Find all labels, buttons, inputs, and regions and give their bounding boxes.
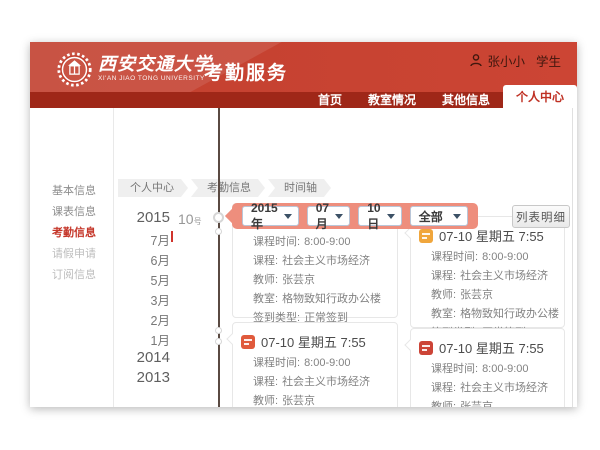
nav-classrooms[interactable]: 教室情况: [355, 92, 429, 108]
main-nav: 首页 教室情况 其他信息 个人中心: [305, 84, 577, 108]
card-date: 07-10 星期五 7:55: [261, 332, 366, 351]
timeline-axis: [218, 108, 220, 407]
sidebar-item-leave-request[interactable]: 请假申请: [30, 245, 113, 261]
month-select[interactable]: 07月: [307, 206, 351, 226]
day-select[interactable]: 10日: [358, 206, 402, 226]
nav-home[interactable]: 首页: [305, 92, 355, 108]
app-header: 西安交通大学 XI'AN JIAO TONG UNIVERSITY 考勤服务 张…: [30, 42, 577, 108]
nav-personal-center[interactable]: 个人中心: [503, 85, 577, 108]
timeline-node: [215, 327, 222, 334]
timeline-year-2013[interactable]: 2013: [125, 369, 170, 386]
content-area: 基本信息 课表信息 考勤信息 请假申请 订阅信息 个人中心 考勤信息 时间轴 2…: [30, 108, 577, 407]
scrollbar-track[interactable]: [572, 108, 573, 407]
day-label-10: 10号: [178, 211, 202, 227]
filter-pointer: [225, 209, 239, 223]
type-select[interactable]: 全部: [410, 206, 468, 226]
timeline-month-7[interactable]: 7月: [125, 230, 170, 249]
app-title: 考勤服务: [204, 58, 288, 85]
sidebar-item-subscription[interactable]: 订阅信息: [30, 266, 113, 282]
timeline-month-3[interactable]: 3月: [125, 290, 170, 309]
page: 西安交通大学 XI'AN JIAO TONG UNIVERSITY 考勤服务 张…: [0, 0, 600, 450]
attendance-card[interactable]: 07-10 星期五 7:55 课程时间:8:00-9:00 课程:社会主义市场经…: [232, 322, 398, 407]
attendance-card[interactable]: 07-10 星期五 7:55 课程时间:8:00-9:00 课程:社会主义市场经…: [410, 328, 565, 407]
card-date: 07-10 星期五 7:55: [439, 338, 544, 357]
text-cursor: [171, 231, 173, 242]
user-icon: [470, 54, 482, 67]
chevron-down-icon: [387, 214, 395, 219]
university-name-en: XI'AN JIAO TONG UNIVERSITY: [98, 75, 205, 82]
sidebar-divider: [113, 108, 114, 407]
calendar-icon: [241, 335, 255, 349]
card-pointer: [404, 227, 415, 238]
attendance-card[interactable]: 07-10 星期五 7:55 课程时间:8:00-9:00 课程:社会主义市场经…: [410, 216, 565, 328]
university-name: 西安交通大学: [98, 50, 212, 76]
chevron-down-icon: [453, 214, 461, 219]
sidebar-item-schedule[interactable]: 课表信息: [30, 203, 113, 219]
year-select[interactable]: 2015年: [242, 206, 299, 226]
timeline-year-2015[interactable]: 2015: [125, 209, 170, 226]
chevron-down-icon: [335, 214, 343, 219]
timeline-month-5[interactable]: 5月: [125, 270, 170, 289]
app-window: 西安交通大学 XI'AN JIAO TONG UNIVERSITY 考勤服务 张…: [30, 42, 577, 407]
calendar-icon: [419, 229, 433, 243]
nav-other-info[interactable]: 其他信息: [429, 92, 503, 108]
calendar-icon: [419, 341, 433, 355]
user-info[interactable]: 张小小 学生: [470, 51, 561, 70]
breadcrumb-timeline[interactable]: 时间轴: [268, 179, 331, 197]
breadcrumb: 个人中心 考勤信息 时间轴: [118, 179, 331, 197]
list-detail-button[interactable]: 列表明细: [512, 205, 570, 228]
card-pointer: [226, 333, 237, 344]
user-name: 张小小: [487, 51, 525, 70]
chevron-down-icon: [284, 214, 292, 219]
timeline-month-1[interactable]: 1月: [125, 330, 170, 349]
breadcrumb-personal-center[interactable]: 个人中心: [118, 179, 188, 197]
card-pointer: [404, 339, 415, 350]
timeline-node: [215, 338, 222, 345]
user-role: 学生: [536, 51, 561, 70]
timeline-year-2014[interactable]: 2014: [125, 349, 170, 366]
university-logo-icon: [56, 51, 93, 88]
timeline-node: [213, 212, 224, 223]
timeline-month-6[interactable]: 6月: [125, 250, 170, 269]
sidebar-item-basic-info[interactable]: 基本信息: [30, 182, 113, 198]
timeline-node: [215, 228, 222, 235]
breadcrumb-attendance[interactable]: 考勤信息: [191, 179, 265, 197]
date-filter-bar: 2015年 07月 10日 全部: [232, 203, 478, 229]
timeline-month-2[interactable]: 2月: [125, 310, 170, 329]
sidebar-item-attendance[interactable]: 考勤信息: [30, 224, 113, 240]
